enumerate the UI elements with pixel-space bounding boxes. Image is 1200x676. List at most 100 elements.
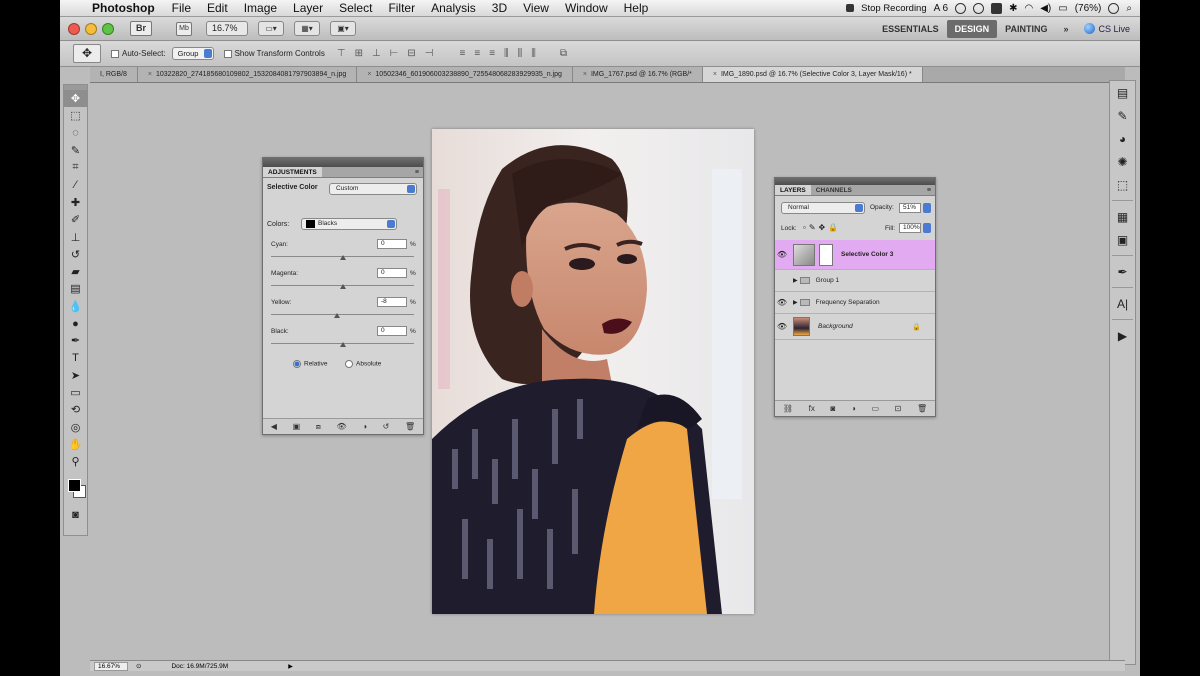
tab-adjustments[interactable]: ADJUSTMENTS (263, 167, 322, 177)
add-mask-icon[interactable]: ◙ (830, 404, 835, 413)
menu-view[interactable]: View (515, 1, 557, 15)
path-selection-tool-icon[interactable]: ➤ (64, 367, 87, 384)
3d-rotate-tool-icon[interactable]: ⟲ (64, 401, 87, 418)
layer-row-frequency-separation[interactable]: 👁 ▶ Frequency Separation (775, 292, 935, 314)
stop-recording-icon[interactable] (846, 4, 855, 12)
wifi-icon[interactable]: ◠ (1024, 3, 1033, 14)
cyan-slider-thumb[interactable] (339, 255, 346, 260)
menu-3d[interactable]: 3D (484, 1, 515, 15)
brush-tool-icon[interactable]: ✐ (64, 211, 87, 228)
show-transform-option[interactable]: Show Transform Controls (223, 49, 325, 58)
blur-tool-icon[interactable]: 💧 (64, 298, 87, 315)
view-extras-button[interactable]: ▭▾ (258, 21, 284, 36)
clone-stamp-tool-icon[interactable]: ⊥ (64, 228, 87, 245)
lock-icons[interactable]: ▫✎✥🔒 (803, 223, 841, 232)
yellow-slider-thumb[interactable] (333, 313, 340, 318)
absolute-radio[interactable] (345, 360, 353, 368)
foreground-color-swatch[interactable] (68, 478, 81, 492)
layer-visibility-icon[interactable]: 👁 (775, 298, 789, 307)
layer-row-background[interactable]: 👁 Background 🔒 (775, 314, 935, 340)
move-tool-icon[interactable]: ✥ (64, 90, 87, 108)
link-layers-icon[interactable]: ⛓ (783, 404, 793, 413)
doc-tab-active[interactable]: × IMG_1890.psd @ 16.7% (Selective Color 3… (702, 67, 923, 82)
tool-preset-picker[interactable]: ✥ (73, 44, 101, 63)
eyedropper-tool-icon[interactable]: ⁄ (64, 176, 87, 193)
zoom-level-select[interactable]: 16.7% (206, 21, 248, 36)
align-left-icon[interactable]: ⊢ (390, 48, 399, 59)
minimize-window-button[interactable] (85, 22, 97, 35)
align-bottom-icon[interactable]: ⊥ (372, 48, 381, 59)
layer-row-group-1[interactable]: ▶ Group 1 (775, 270, 935, 292)
close-tab-icon[interactable]: × (713, 71, 717, 78)
close-window-button[interactable] (68, 22, 80, 35)
tab-channels[interactable]: CHANNELS (811, 185, 857, 195)
magenta-slider-thumb[interactable] (339, 284, 346, 289)
menu-help[interactable]: Help (616, 1, 657, 15)
dodge-tool-icon[interactable]: ● (64, 315, 87, 332)
time-machine-icon[interactable] (973, 2, 985, 14)
auto-select-target-select[interactable]: Group (171, 47, 214, 60)
menu-window[interactable]: Window (557, 1, 616, 15)
auto-select-option[interactable]: Auto-Select: (111, 49, 166, 58)
character-icon[interactable]: A| (1110, 292, 1135, 315)
reset-icon[interactable]: ↺ (383, 422, 390, 431)
align-top-icon[interactable]: ⊤ (337, 48, 346, 59)
opacity-dropdown-icon[interactable] (923, 203, 931, 213)
new-layer-icon[interactable]: ⊡ (895, 404, 902, 413)
layer-visibility-icon[interactable]: 👁 (775, 322, 789, 331)
gradient-tool-icon[interactable]: ▤ (64, 280, 87, 297)
cyan-value-input[interactable]: 0 (377, 239, 407, 249)
doc-tab[interactable]: × 10502346_601906003238890_72554806828392… (357, 67, 573, 82)
doc-tab[interactable]: × IMG_1767.psd @ 16.7% (RGB/* (572, 67, 703, 82)
close-tab-icon[interactable]: × (583, 71, 587, 78)
document-canvas[interactable] (432, 129, 754, 614)
align-hcenter-icon[interactable]: ⊟ (407, 48, 415, 59)
close-tab-icon[interactable]: × (148, 71, 152, 78)
black-slider-thumb[interactable] (339, 342, 346, 347)
clip-to-layer-icon[interactable]: ⧈ (316, 422, 321, 432)
clock-icon[interactable] (1108, 2, 1120, 14)
menu-analysis[interactable]: Analysis (423, 1, 484, 15)
layer-row-selective-color-3[interactable]: 👁 Selective Color 3 (775, 240, 935, 270)
panel-title-bar[interactable] (263, 158, 423, 167)
new-adjustment-layer-icon[interactable]: ◑ (851, 404, 856, 413)
distribute-bottom-icon[interactable]: ≡ (489, 48, 495, 59)
type-tool-icon[interactable]: T (64, 349, 87, 366)
delete-layer-icon[interactable]: 🗑 (917, 404, 927, 413)
mini-bridge-button[interactable]: Mb (176, 21, 192, 36)
panel-title-bar[interactable] (775, 178, 935, 185)
distribute-right-icon[interactable]: ⫼ (531, 48, 536, 59)
align-right-icon[interactable]: ⊣ (425, 48, 434, 59)
fill-input[interactable]: 100% (899, 223, 921, 233)
distribute-vcenter-icon[interactable]: ≡ (474, 48, 480, 59)
actions-icon[interactable]: ▶ (1110, 324, 1135, 347)
sync-icon[interactable] (955, 2, 967, 14)
view-previous-state-icon[interactable]: ◑ (362, 422, 367, 431)
close-tab-icon[interactable]: × (367, 71, 371, 78)
show-transform-checkbox[interactable] (223, 49, 232, 58)
dropbox-icon[interactable] (991, 2, 1003, 14)
panel-menu-icon[interactable]: ≡ (411, 167, 423, 177)
bridge-button[interactable]: Br (130, 21, 152, 36)
quick-mask-icon[interactable]: ◙ (64, 507, 87, 524)
return-to-list-icon[interactable]: ◀ (271, 422, 277, 431)
workspace-essentials[interactable]: ESSENTIALS (874, 24, 947, 34)
3d-orbit-tool-icon[interactable]: ◎ (64, 419, 87, 436)
app-menu[interactable]: Photoshop (86, 1, 164, 15)
history-brush-tool-icon[interactable]: ↺ (64, 246, 87, 263)
arrange-documents-button[interactable]: ▦▾ (294, 21, 320, 36)
more-workspaces-button[interactable]: » (1055, 24, 1076, 34)
styles-icon[interactable]: ✺ (1110, 150, 1135, 173)
method-relative-option[interactable]: Relative (293, 360, 327, 368)
auto-select-checkbox[interactable] (111, 49, 119, 58)
menu-select[interactable]: Select (331, 1, 380, 15)
paths-icon[interactable]: ✒ (1110, 260, 1135, 283)
expand-group-icon[interactable]: ▶ (793, 299, 798, 306)
distribute-hcenter-icon[interactable]: ⫼ (518, 48, 523, 59)
new-group-icon[interactable]: ▭ (871, 404, 879, 413)
status-info-icon[interactable]: ⊙ (136, 662, 141, 670)
delete-adjustment-icon[interactable]: 🗑 (405, 422, 415, 431)
quick-selection-tool-icon[interactable]: ✎ (64, 142, 87, 159)
adobe-updates-indicator[interactable]: A 6 (934, 3, 948, 14)
marquee-tool-icon[interactable]: ⬚ (64, 107, 87, 124)
